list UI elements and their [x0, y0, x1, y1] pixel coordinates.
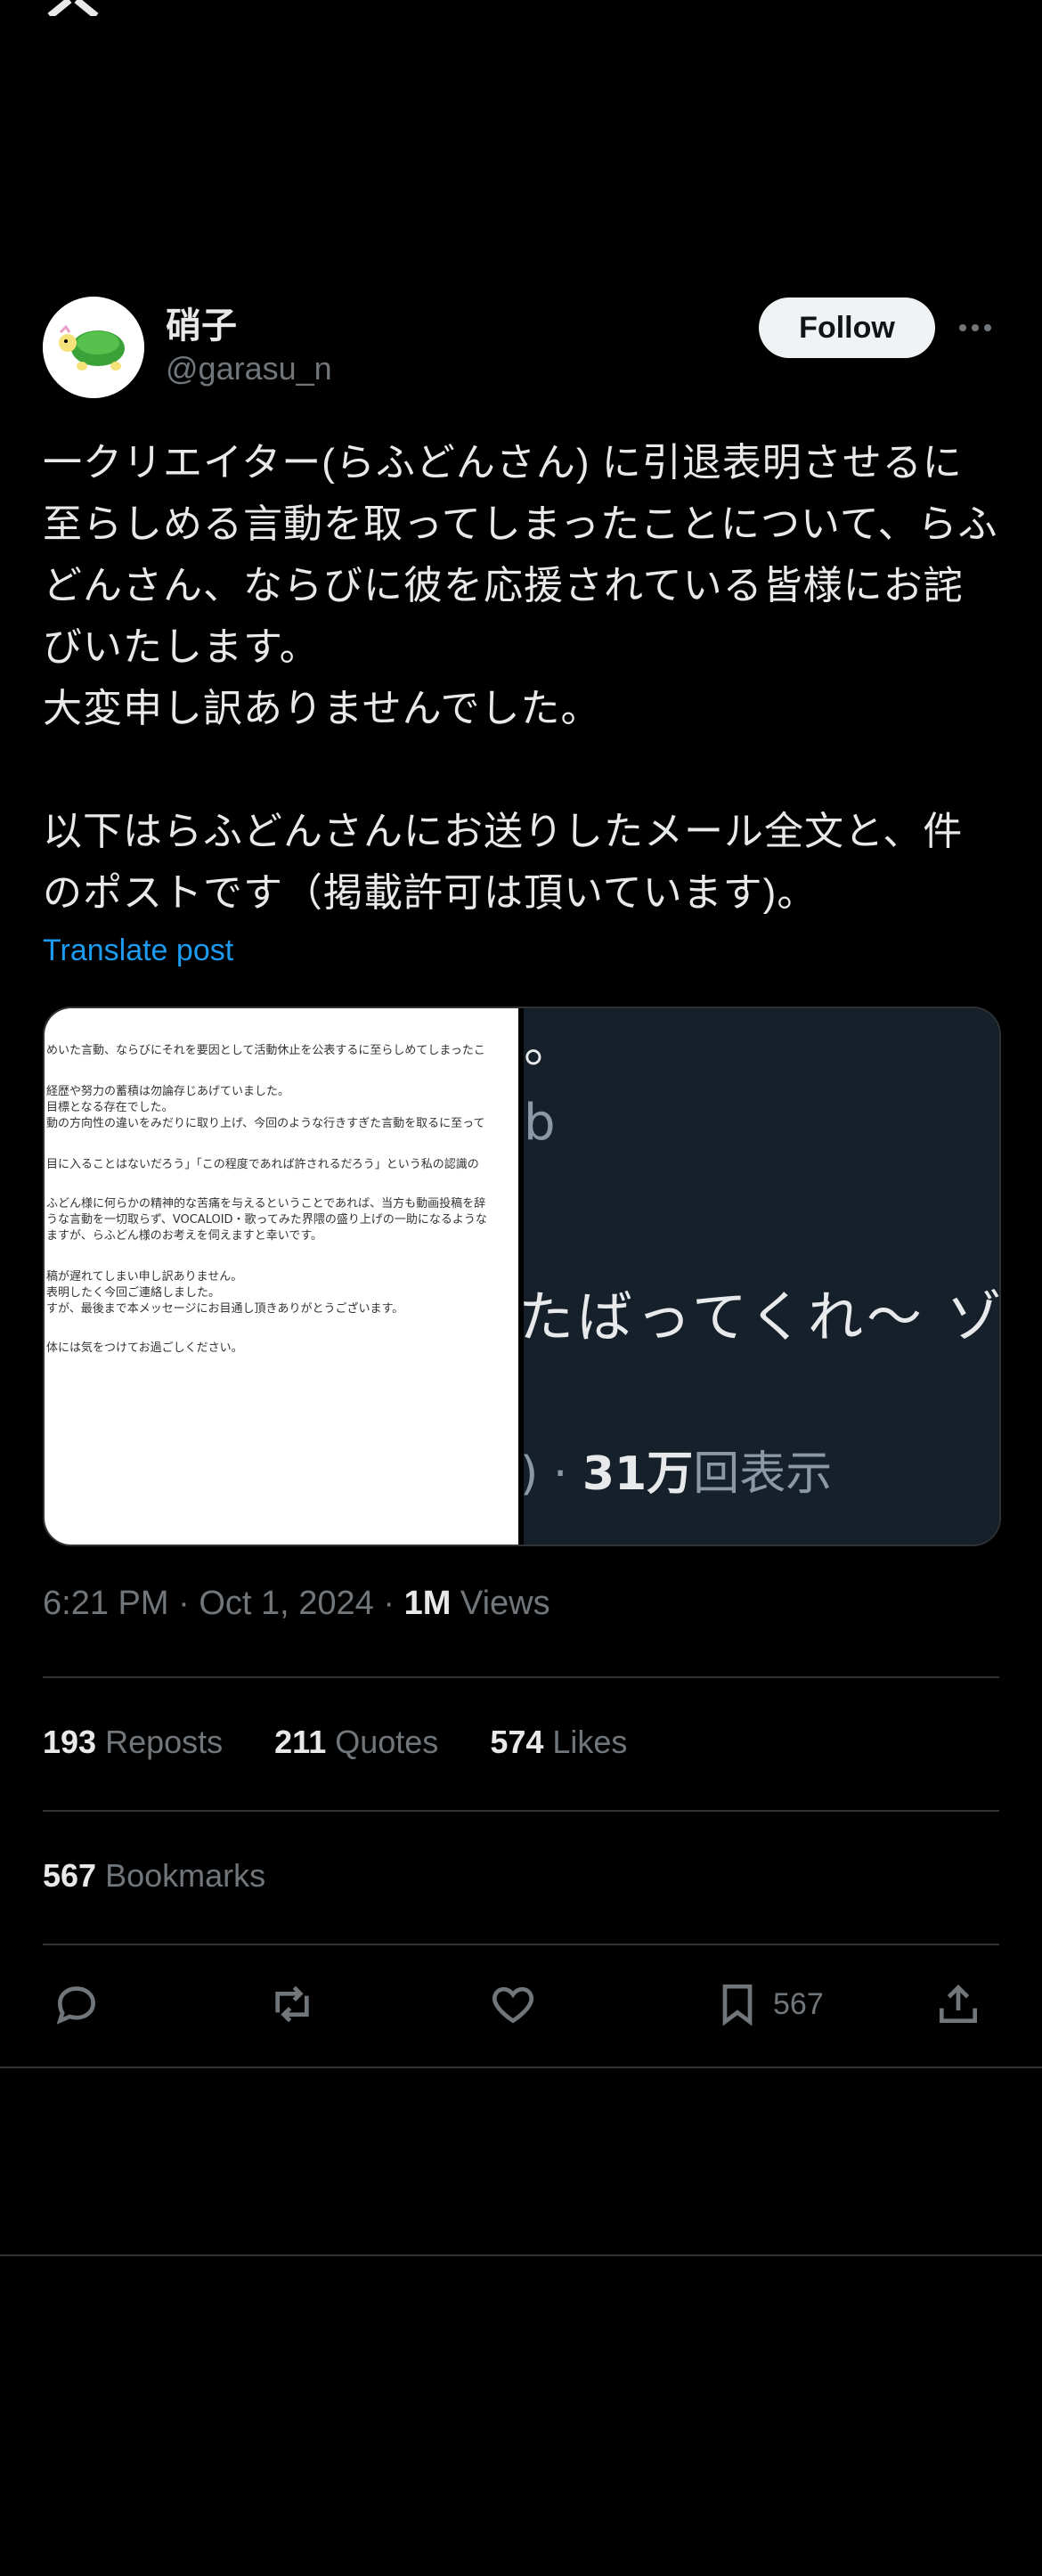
likes-count: 574 [490, 1724, 544, 1760]
avatar[interactable] [43, 297, 144, 398]
follow-button[interactable]: Follow [759, 298, 935, 358]
reposts-count: 193 [43, 1724, 97, 1760]
share-icon [940, 1985, 977, 2023]
heart-icon [492, 1986, 534, 2024]
email-line: 体には気をつけてお過ごしください。 [46, 1341, 243, 1355]
post-time[interactable]: 6:21 PM [43, 1585, 169, 1622]
post-date[interactable]: Oct 1, 2024 [199, 1585, 373, 1622]
bookmarks-stat[interactable]: 567 Bookmarks [43, 1857, 265, 1895]
reply-icon [56, 1986, 96, 2025]
separator: · [373, 1585, 404, 1622]
email-line: ふどん様に何らかの精神的な苦痛を与えるということであれば、当方も動画投稿を辞 [46, 1197, 486, 1211]
reply-button[interactable] [52, 1973, 102, 2035]
screenshot-views-prefix: ) · [524, 1447, 582, 1501]
media-image-email[interactable]: めいた言動、ならびにそれを要因として活動休止を公表するに至らしめてしまったこ 経… [45, 1008, 518, 1545]
author-display-name[interactable]: 硝子 [166, 297, 237, 348]
turtle-avatar-icon [43, 297, 144, 398]
timestamp-row: 6:21 PM · Oct 1, 2024 · 1M Views [43, 1585, 550, 1623]
views-count: 1M [403, 1585, 452, 1622]
like-button[interactable] [488, 1973, 538, 2035]
bookmark-count: 567 [773, 1986, 824, 2021]
post-bottom-divider [0, 2067, 1042, 2068]
bookmarks-label: Bookmarks [105, 1857, 266, 1894]
repost-button[interactable] [267, 1973, 317, 2035]
post-text: 一クリエイター(らふどんさん) に引退表明させるに至らしめる言動を取ってしまった… [43, 441, 998, 915]
repost-icon [275, 1985, 309, 2023]
translate-post-link[interactable]: Translate post [43, 933, 233, 968]
quotes-stat[interactable]: 211 Quotes [274, 1724, 438, 1761]
screenshot-text: たばってくれ〜 ゾン [524, 1284, 999, 1349]
share-button[interactable] [933, 1973, 983, 2035]
bookmark-button[interactable]: 567 [712, 1973, 824, 2035]
screenshot-views: ) · 31万回表示 [524, 1436, 832, 1503]
top-bar [0, 0, 1042, 27]
views-label: Views [460, 1585, 550, 1622]
separator: · [168, 1585, 199, 1622]
email-line: すが、最後まで本メッセージにお目通し頂きありがとうございます。 [46, 1302, 404, 1316]
email-line: 経歴や努力の蓄積は勿論存じあげていました。 [46, 1085, 290, 1098]
email-line: ますが、らふどん様のお考えを伺えますと幸いです。 [46, 1229, 323, 1243]
email-line: 稿が遅れてしまい申し訳ありません。 [46, 1270, 243, 1284]
email-line: うな言動を一切取らず、VOCALOID・歌ってみた界隈の盛り上げの一助になるよう… [46, 1213, 487, 1227]
screenshot-text: b [524, 1094, 556, 1152]
quotes-count: 211 [274, 1724, 327, 1760]
stats-row: 193 Reposts 211 Quotes 574 Likes [43, 1724, 627, 1761]
author-handle[interactable]: @garasu_n [166, 350, 332, 387]
x-logo-icon[interactable] [43, 0, 103, 16]
divider [43, 1944, 999, 1945]
screenshot-text: 。 [524, 1016, 574, 1074]
more-options-icon[interactable] [953, 310, 997, 346]
quotes-label: Quotes [335, 1724, 439, 1760]
bookmarks-count: 567 [43, 1857, 97, 1894]
divider [43, 1810, 999, 1812]
reposts-stat[interactable]: 193 Reposts [43, 1724, 223, 1761]
email-line: 表明したく今回ご連絡しました。 [46, 1286, 221, 1300]
media-image-post-screenshot[interactable]: 。 b たばってくれ〜 ゾン ) · 31万回表示 [524, 1008, 999, 1545]
post-media[interactable]: めいた言動、ならびにそれを要因として活動休止を公表するに至らしめてしまったこ 経… [43, 1007, 1001, 1546]
email-line: 目標となる存在でした。 [46, 1101, 174, 1114]
bookmark-icon [722, 1984, 753, 2026]
divider [43, 1676, 999, 1678]
reposts-label: Reposts [105, 1724, 224, 1760]
likes-label: Likes [552, 1724, 628, 1760]
section-divider [0, 2254, 1042, 2256]
email-line: 目に入ることはないだろう」「この程度であれば許されるだろう」という私の認識の [46, 1158, 479, 1171]
likes-stat[interactable]: 574 Likes [490, 1724, 627, 1761]
email-line: めいた言動、ならびにそれを要因として活動休止を公表するに至らしめてしまったこ [46, 1044, 485, 1057]
email-line: 動の方向性の違いをみだりに取り上げ、今回のような行きすぎた言動を取るに至って [46, 1117, 485, 1130]
screenshot-views-number: 31万 [582, 1447, 694, 1501]
screenshot-views-suffix: 回表示 [693, 1447, 833, 1501]
action-bar: 567 [43, 1973, 999, 2035]
